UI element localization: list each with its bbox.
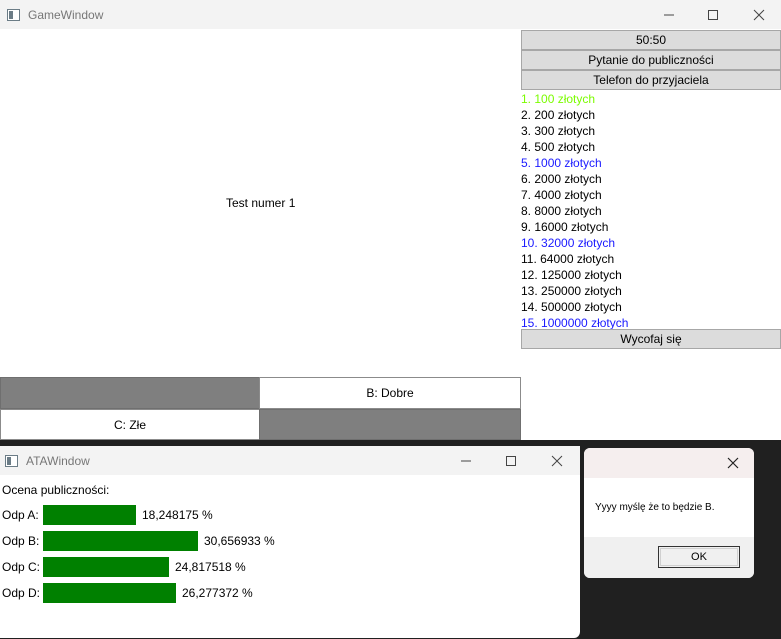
withdraw-button[interactable]: Wycofaj się xyxy=(521,329,781,349)
app-window-icon xyxy=(7,8,20,21)
answer-d-label: Odp D: xyxy=(2,586,41,600)
minimize-icon[interactable] xyxy=(647,0,691,29)
answer-b-button[interactable]: B: Dobre xyxy=(259,377,521,409)
prize-level: 8. 8000 złotych xyxy=(521,204,602,218)
lifeline-phone-button[interactable]: Telefon do przyjaciela xyxy=(521,70,781,90)
prize-level: 1. 100 złotych xyxy=(521,92,596,106)
maximize-icon[interactable] xyxy=(489,446,533,475)
close-icon[interactable] xyxy=(726,456,740,470)
prize-level: 10. 32000 złotych xyxy=(521,236,616,250)
prize-level: 2. 200 złotych xyxy=(521,108,596,122)
prize-level: 11. 64000 złotych xyxy=(521,252,615,266)
audience-heading: Ocena publiczności: xyxy=(2,483,110,497)
app-window-icon xyxy=(5,454,18,467)
question-text: Test numer 1 xyxy=(226,196,296,210)
answer-a-label: Odp A: xyxy=(2,508,39,522)
answer-c-button[interactable]: C: Złe xyxy=(0,409,260,440)
prize-level: 9. 16000 złotych xyxy=(521,220,609,234)
game-window-titlebar[interactable]: GameWindow xyxy=(0,0,781,29)
answer-d-button[interactable] xyxy=(259,409,521,440)
answer-b-percent: 30,656933 % xyxy=(204,534,275,548)
close-icon[interactable] xyxy=(737,0,781,29)
ata-window: ATAWindow Ocena publiczności: Odp A: 18,… xyxy=(0,446,580,638)
lifeline-audience-button[interactable]: Pytanie do publiczności xyxy=(521,50,781,70)
maximize-icon[interactable] xyxy=(691,0,735,29)
close-icon[interactable] xyxy=(535,446,579,475)
lifeline-fifty-fifty-button[interactable]: 50:50 xyxy=(521,30,781,50)
answer-a-percent: 18,248175 % xyxy=(142,508,213,522)
prize-level: 6. 2000 złotych xyxy=(521,172,602,186)
answer-c-percent: 24,817518 % xyxy=(175,560,246,574)
message-text: Yyyy myślę że to będzie B. xyxy=(595,502,715,513)
prize-level: 12. 125000 złotych xyxy=(521,268,622,282)
ata-window-title: ATAWindow xyxy=(26,453,90,468)
answer-c-bar xyxy=(43,557,169,577)
answer-d-bar xyxy=(43,583,176,603)
answer-d-percent: 26,277372 % xyxy=(182,586,253,600)
answer-b-bar xyxy=(43,531,198,551)
answer-a-button[interactable] xyxy=(0,377,260,409)
prize-level: 5. 1000 złotych xyxy=(521,156,602,170)
minimize-icon[interactable] xyxy=(444,446,488,475)
prize-level: 3. 300 złotych xyxy=(521,124,596,138)
prize-level: 7. 4000 złotych xyxy=(521,188,602,202)
prize-level: 13. 250000 złotych xyxy=(521,284,622,298)
game-window: GameWindow Test numer 1 50:50 Pytanie do… xyxy=(0,0,781,440)
answer-c-label: Odp C: xyxy=(2,560,41,574)
prize-level: 4. 500 złotych xyxy=(521,140,596,154)
ok-button[interactable]: OK xyxy=(658,546,740,568)
prize-level: 14. 500000 złotych xyxy=(521,300,622,314)
answer-b-label: Odp B: xyxy=(2,534,40,548)
answer-a-bar xyxy=(43,505,136,525)
game-window-title: GameWindow xyxy=(28,7,104,22)
ata-window-titlebar[interactable]: ATAWindow xyxy=(0,446,580,475)
